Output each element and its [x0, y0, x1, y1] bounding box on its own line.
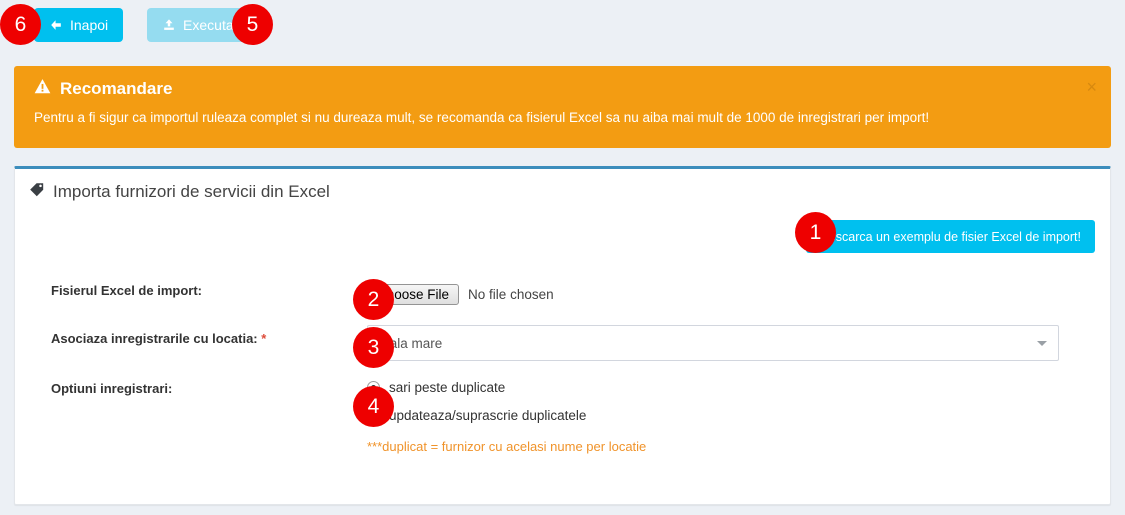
execute-button-label: Executa: [183, 17, 234, 33]
chevron-down-icon: [1037, 341, 1047, 346]
arrow-left-icon: [49, 18, 63, 32]
callout-badge-6: 6: [0, 4, 41, 45]
recommendation-alert: × Recomandare Pentru a fi sigur ca impor…: [14, 66, 1111, 148]
top-toolbar: Inapoi Executa: [0, 0, 1125, 52]
alert-message: Pentru a fi sigur ca importul ruleaza co…: [34, 110, 930, 125]
panel-header: Importa furnizori de servicii din Excel: [15, 169, 1110, 202]
download-example-wrap: Descarca un exemplu de fisier Excel de i…: [805, 220, 1095, 253]
callout-badge-1: 1: [795, 212, 836, 253]
location-select-label: Asociaza inregistrarile cu locatia: *: [15, 325, 367, 346]
callout-badge-5: 5: [232, 4, 273, 45]
alert-title: Recomandare: [60, 79, 173, 98]
radio-overwrite-duplicates-label: updateaza/suprascrie duplicatele: [389, 407, 587, 423]
options-field: sari peste duplicate updateaza/suprascri…: [367, 375, 1110, 454]
page-title: Importa furnizori de servicii din Excel: [53, 181, 330, 201]
location-select[interactable]: Hala mare: [367, 325, 1059, 361]
required-marker: *: [261, 331, 267, 346]
radio-overwrite-duplicates[interactable]: updateaza/suprascrie duplicatele: [367, 403, 1092, 427]
download-example-button[interactable]: Descarca un exemplu de fisier Excel de i…: [805, 220, 1095, 253]
options-label: Optiuni inregistrari:: [51, 381, 173, 396]
options-row: Optiuni inregistrari: sari peste duplica…: [15, 375, 1110, 455]
warning-triangle-icon: [34, 78, 51, 100]
back-button-label: Inapoi: [70, 17, 109, 33]
file-input-row: Fisierul Excel de import: Choose File No…: [15, 277, 1110, 311]
file-input-field: Choose File No file chosen: [367, 277, 1110, 311]
import-form: Fisierul Excel de import: Choose File No…: [15, 277, 1110, 468]
location-label-text: Asociaza inregistrarile cu locatia:: [51, 331, 258, 346]
tag-icon: [29, 181, 45, 202]
file-input-control[interactable]: Choose File No file chosen: [367, 277, 1092, 311]
callout-badge-3: 3: [353, 327, 394, 368]
callout-badge-2: 2: [353, 279, 394, 320]
upload-icon: [162, 18, 176, 32]
file-input-label: Fisierul Excel de import:: [51, 283, 202, 298]
import-panel: Importa furnizori de servicii din Excel …: [14, 166, 1111, 505]
location-select-row: Asociaza inregistrarile cu locatia: * Ha…: [15, 325, 1110, 361]
alert-heading: Recomandare: [34, 78, 1093, 100]
close-icon[interactable]: ×: [1086, 78, 1097, 96]
radio-skip-duplicates-label: sari peste duplicate: [389, 379, 506, 395]
callout-badge-4: 4: [353, 386, 394, 427]
back-button[interactable]: Inapoi: [34, 8, 124, 42]
radio-skip-duplicates[interactable]: sari peste duplicate: [367, 375, 1092, 399]
duplicates-note: ***duplicat = furnizor cu acelasi nume p…: [367, 439, 647, 454]
location-select-field: Hala mare: [367, 325, 1110, 361]
file-status-text: No file chosen: [468, 286, 554, 302]
